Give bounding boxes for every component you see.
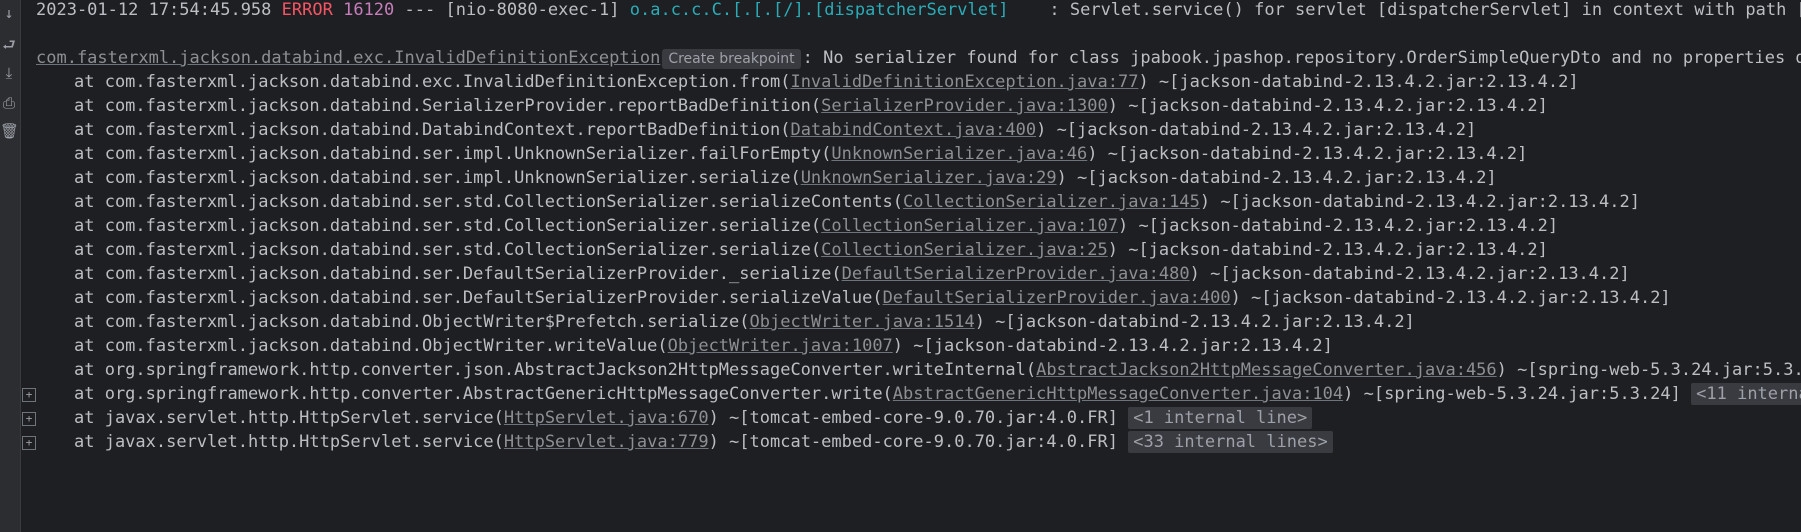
stack-frame: at com.fasterxml.jackson.databind.ser.De… xyxy=(74,286,1671,310)
frame-source-link[interactable]: InvalidDefinitionException.java:77 xyxy=(790,72,1138,92)
stack-frame: at javax.servlet.http.HttpServlet.servic… xyxy=(74,406,1313,430)
exception-class-link[interactable]: com.fasterxml.jackson.databind.exc.Inval… xyxy=(36,48,660,68)
frame-library: ) ~[jackson-databind-2.13.4.2.jar:2.13.4… xyxy=(892,336,1333,356)
frame-library: ) ~[spring-web-5.3.24.jar:5.3.24] xyxy=(1496,360,1801,380)
stack-frame: at com.fasterxml.jackson.databind.ser.st… xyxy=(74,190,1640,214)
frame-library: ) ~[jackson-databind-2.13.4.2.jar:2.13.4… xyxy=(1107,240,1548,260)
stack-frame: at javax.servlet.http.HttpServlet.servic… xyxy=(74,430,1333,454)
stack-frame: at com.fasterxml.jackson.databind.ser.im… xyxy=(74,142,1527,166)
frame-library: ) ~[jackson-databind-2.13.4.2.jar:2.13.4… xyxy=(1036,120,1477,140)
frame-source-link[interactable]: SerializerProvider.java:1300 xyxy=(821,96,1108,116)
frame-method: at com.fasterxml.jackson.databind.ser.st… xyxy=(74,216,822,236)
log-logger: o.a.c.c.C.[.[.[/].[dispatcherServlet] xyxy=(629,0,1009,20)
log-level: ERROR xyxy=(281,0,333,20)
stack-frame: at com.fasterxml.jackson.databind.ser.st… xyxy=(74,238,1548,262)
frame-library: ) ~[jackson-databind-2.13.4.2.jar:2.13.4… xyxy=(974,312,1415,332)
frame-library: ) ~[jackson-databind-2.13.4.2.jar:2.13.4… xyxy=(1138,72,1579,92)
frame-source-link[interactable]: HttpServlet.java:779 xyxy=(504,432,709,452)
run-console: ↓ ⮐ ⤓ ⎙ 🗑 2023-01-12 17:54:45.958 ERROR … xyxy=(0,0,1801,532)
frame-source-link[interactable]: DefaultSerializerProvider.java:400 xyxy=(883,288,1231,308)
frame-library: ) ~[jackson-databind-2.13.4.2.jar:2.13.4… xyxy=(1087,144,1528,164)
stack-frame: at org.springframework.http.converter.Ab… xyxy=(74,382,1801,406)
frame-method: at com.fasterxml.jackson.databind.ser.im… xyxy=(74,168,801,188)
frame-library: ) ~[jackson-databind-2.13.4.2.jar:2.13.4… xyxy=(1189,264,1630,284)
frame-method: at org.springframework.http.converter.Ab… xyxy=(74,384,893,404)
frame-library: ) ~[spring-web-5.3.24.jar:5.3.24] xyxy=(1343,384,1692,404)
log-timestamp: 2023-01-12 17:54:45.958 xyxy=(36,0,272,20)
log-thread: [nio-8080-exec-1] xyxy=(445,0,620,20)
stack-frame: at com.fasterxml.jackson.databind.Serial… xyxy=(74,94,1548,118)
frame-source-link[interactable]: CollectionSerializer.java:107 xyxy=(821,216,1118,236)
frame-library: ) ~[tomcat-embed-core-9.0.70.jar:4.0.FR] xyxy=(708,408,1129,428)
frame-library: ) ~[tomcat-embed-core-9.0.70.jar:4.0.FR] xyxy=(708,432,1129,452)
soft-wrap-icon[interactable]: ⮐ xyxy=(0,34,18,56)
stack-frame: at com.fasterxml.jackson.databind.ser.st… xyxy=(74,214,1558,238)
frame-source-link[interactable]: ObjectWriter.java:1514 xyxy=(750,312,975,332)
expand-fold-icon[interactable]: + xyxy=(22,436,36,450)
frame-method: at com.fasterxml.jackson.databind.ser.st… xyxy=(74,192,904,212)
exception-message: : No serializer found for class jpabook.… xyxy=(802,48,1801,68)
frame-source-link[interactable]: UnknownSerializer.java:29 xyxy=(801,168,1057,188)
frame-library: ) ~[jackson-databind-2.13.4.2.jar:2.13.4… xyxy=(1199,192,1640,212)
folded-internal-lines[interactable]: <11 internal li xyxy=(1691,383,1801,405)
frame-library: ) ~[jackson-databind-2.13.4.2.jar:2.13.4… xyxy=(1107,96,1548,116)
stack-frame: at com.fasterxml.jackson.databind.exc.In… xyxy=(74,70,1579,94)
frame-method: at org.springframework.http.converter.js… xyxy=(74,360,1037,380)
frame-source-link[interactable]: ObjectWriter.java:1007 xyxy=(668,336,893,356)
frame-method: at com.fasterxml.jackson.databind.ser.st… xyxy=(74,240,822,260)
frame-library: ) ~[jackson-databind-2.13.4.2.jar:2.13.4… xyxy=(1230,288,1671,308)
stack-frame: at org.springframework.http.converter.js… xyxy=(74,358,1801,382)
create-breakpoint-button[interactable]: Create breakpoint xyxy=(662,49,801,69)
frame-method: at javax.servlet.http.HttpServlet.servic… xyxy=(74,432,504,452)
frame-method: at com.fasterxml.jackson.databind.ser.im… xyxy=(74,144,832,164)
folded-internal-lines[interactable]: <33 internal lines> xyxy=(1128,431,1333,453)
console-toolbar: ↓ ⮐ ⤓ ⎙ 🗑 xyxy=(0,0,21,532)
stack-frame: at com.fasterxml.jackson.databind.Object… xyxy=(74,310,1415,334)
frame-source-link[interactable]: CollectionSerializer.java:25 xyxy=(821,240,1108,260)
log-separator: --- xyxy=(404,0,436,20)
frame-source-link[interactable]: UnknownSerializer.java:46 xyxy=(831,144,1087,164)
frame-method: at com.fasterxml.jackson.databind.ser.De… xyxy=(74,288,883,308)
frame-method: at com.fasterxml.jackson.databind.Databi… xyxy=(74,120,791,140)
frame-source-link[interactable]: AbstractGenericHttpMessageConverter.java… xyxy=(893,384,1343,404)
frame-method: at com.fasterxml.jackson.databind.Object… xyxy=(74,312,750,332)
console-output[interactable]: 2023-01-12 17:54:45.958 ERROR 16120 --- … xyxy=(24,0,1801,532)
frame-source-link[interactable]: AbstractJackson2HttpMessageConverter.jav… xyxy=(1036,360,1497,380)
stack-frame: at com.fasterxml.jackson.databind.ser.im… xyxy=(74,166,1497,190)
log-message: : Servlet.service() for servlet [dispatc… xyxy=(1008,0,1801,20)
expand-fold-icon[interactable]: + xyxy=(22,412,36,426)
log-pid: 16120 xyxy=(343,0,395,20)
frame-source-link[interactable]: CollectionSerializer.java:145 xyxy=(903,192,1200,212)
stack-frame: at com.fasterxml.jackson.databind.Object… xyxy=(74,334,1333,358)
expand-fold-icon[interactable]: + xyxy=(22,388,36,402)
log-header-line: 2023-01-12 17:54:45.958 ERROR 16120 --- … xyxy=(36,0,1801,22)
frame-method: at com.fasterxml.jackson.databind.exc.In… xyxy=(74,72,791,92)
frame-source-link[interactable]: DefaultSerializerProvider.java:480 xyxy=(842,264,1190,284)
stack-frame: at com.fasterxml.jackson.databind.ser.De… xyxy=(74,262,1630,286)
scroll-to-end-icon[interactable]: ↓ xyxy=(0,2,18,24)
clear-all-icon[interactable]: 🗑 xyxy=(0,120,19,142)
exception-line: com.fasterxml.jackson.databind.exc.Inval… xyxy=(36,46,1801,70)
frame-method: at com.fasterxml.jackson.databind.ser.De… xyxy=(74,264,842,284)
scroll-down-icon[interactable]: ⤓ xyxy=(0,62,18,84)
frame-method: at javax.servlet.http.HttpServlet.servic… xyxy=(74,408,504,428)
stack-frame: at com.fasterxml.jackson.databind.Databi… xyxy=(74,118,1476,142)
frame-method: at com.fasterxml.jackson.databind.Serial… xyxy=(74,96,822,116)
frame-library: ) ~[jackson-databind-2.13.4.2.jar:2.13.4… xyxy=(1056,168,1497,188)
folded-internal-lines[interactable]: <1 internal line> xyxy=(1128,407,1313,429)
frame-source-link[interactable]: HttpServlet.java:670 xyxy=(504,408,709,428)
frame-library: ) ~[jackson-databind-2.13.4.2.jar:2.13.4… xyxy=(1117,216,1559,236)
frame-method: at com.fasterxml.jackson.databind.Object… xyxy=(74,336,668,356)
frame-source-link[interactable]: DatabindContext.java:400 xyxy=(790,120,1036,140)
print-icon[interactable]: ⎙ xyxy=(0,92,18,114)
